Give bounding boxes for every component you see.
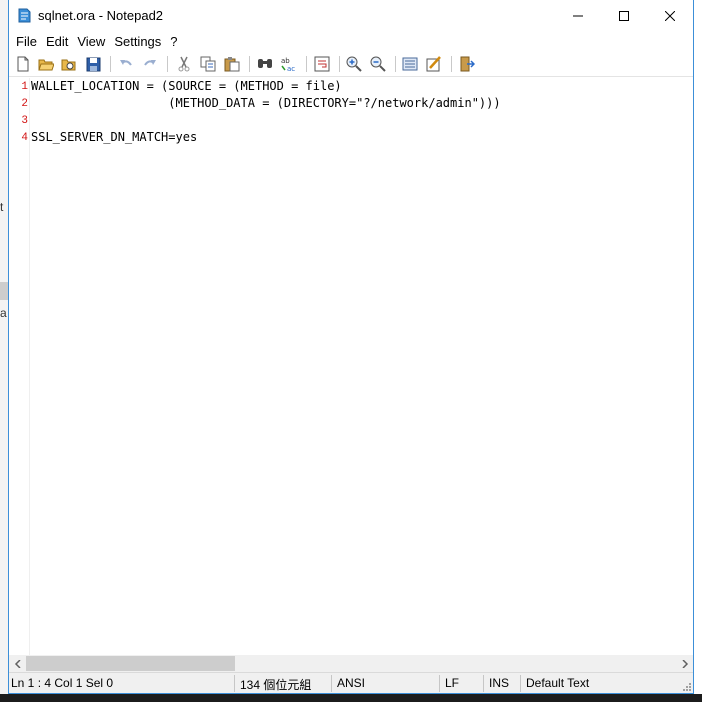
toolbar: ab ac [9,52,693,77]
status-file-size: 134 個位元組 [240,678,312,692]
exit-icon [460,56,475,72]
status-encoding[interactable]: ANSI [337,676,365,690]
scroll-right-button[interactable] [676,655,693,672]
word-wrap-button[interactable] [313,55,331,73]
status-insert-mode[interactable]: INS [489,676,509,690]
toolbar-separator [451,56,452,72]
scroll-left-button[interactable] [9,655,26,672]
menu-bar: File Edit View Settings ? [9,31,693,51]
svg-text:ab: ab [281,57,290,65]
status-scheme[interactable]: Default Text [526,676,589,690]
code-line[interactable]: SSL_SERVER_DN_MATCH=yes [31,130,197,144]
paste-icon [224,57,240,72]
line-number-gutter: 1 2 3 4 [9,78,30,655]
code-line[interactable]: WALLET_LOCATION = (SOURCE = (METHOD = fi… [31,79,342,93]
toolbar-separator [395,56,396,72]
replace-button[interactable]: ab ac [280,55,298,73]
maximize-icon [619,10,629,21]
open-folder-icon [38,59,54,71]
undo-button[interactable] [117,55,135,73]
taskbar-strip [0,694,702,702]
notepad2-window: sqlnet.ora - Notepad2 File Edit View Set… [8,0,694,694]
close-icon [665,10,675,21]
redo-icon [144,60,156,66]
undo-icon [120,60,132,66]
menu-settings[interactable]: Settings [113,34,167,49]
background-text-fragment: t [0,200,4,214]
line-number: 4 [21,132,28,144]
menu-edit[interactable]: Edit [45,34,74,49]
chevron-right-icon [681,659,688,668]
notepad2-app-icon [18,8,31,23]
find-icon [258,59,272,68]
status-position: Ln 1 : 4 Col 1 Sel 0 [11,676,114,690]
copy-button[interactable] [199,55,217,73]
scrollbar-thumb[interactable] [26,656,235,671]
paste-button[interactable] [223,55,241,73]
desktop-background [0,0,8,702]
background-highlight [0,282,8,300]
find-button[interactable] [256,55,274,73]
view-options-icon [402,57,418,71]
toolbar-separator [339,56,340,72]
copy-icon [200,56,216,72]
new-button[interactable] [14,55,32,73]
toolbar-separator [110,56,111,72]
status-line-ending[interactable]: LF [445,676,459,690]
zoom-in-icon [346,56,362,72]
minimize-icon [573,15,583,16]
svg-text:ac: ac [287,65,295,72]
exit-button[interactable] [458,55,476,73]
zoom-in-button[interactable] [345,55,363,73]
resize-grip-icon[interactable] [681,681,691,691]
cut-icon [178,56,190,72]
menu-view[interactable]: View [76,34,111,49]
browse-button[interactable] [60,55,78,73]
minimize-button[interactable] [555,0,601,31]
line-number: 3 [21,115,28,127]
view-options-button[interactable] [401,55,419,73]
close-button[interactable] [647,0,693,31]
cut-button[interactable] [175,55,193,73]
scheme-button[interactable] [425,55,443,73]
title-bar[interactable]: sqlnet.ora - Notepad2 [9,0,693,31]
line-number: 1 [21,81,28,93]
menu-file[interactable]: File [15,34,43,49]
toolbar-separator [167,56,168,72]
redo-button[interactable] [141,55,159,73]
scheme-icon [426,56,441,72]
save-button[interactable] [84,55,102,73]
menu-help[interactable]: ? [169,34,183,49]
replace-icon: abac [281,57,295,72]
window-title: sqlnet.ora - Notepad2 [38,8,164,23]
open-button[interactable] [37,55,55,73]
maximize-button[interactable] [601,0,647,31]
code-line[interactable]: (METHOD_DATA = (DIRECTORY="?/network/adm… [31,96,500,110]
word-wrap-icon [314,56,330,72]
text-editor[interactable]: 1 2 3 4 WALLET_LOCATION = (SOURCE = (MET… [9,78,693,655]
save-icon [86,57,100,71]
chevron-left-icon [14,659,21,668]
zoom-out-button[interactable] [369,55,387,73]
background-text-fragment: a [0,306,7,320]
status-bar: Ln 1 : 4 Col 1 Sel 0 134 個位元組 ANSI LF IN… [9,672,693,693]
new-file-icon [17,56,29,72]
line-number: 2 [21,98,28,110]
zoom-out-icon [370,56,386,72]
toolbar-separator [306,56,307,72]
browse-icon [61,59,76,71]
horizontal-scrollbar[interactable] [9,655,693,672]
toolbar-separator [249,56,250,72]
